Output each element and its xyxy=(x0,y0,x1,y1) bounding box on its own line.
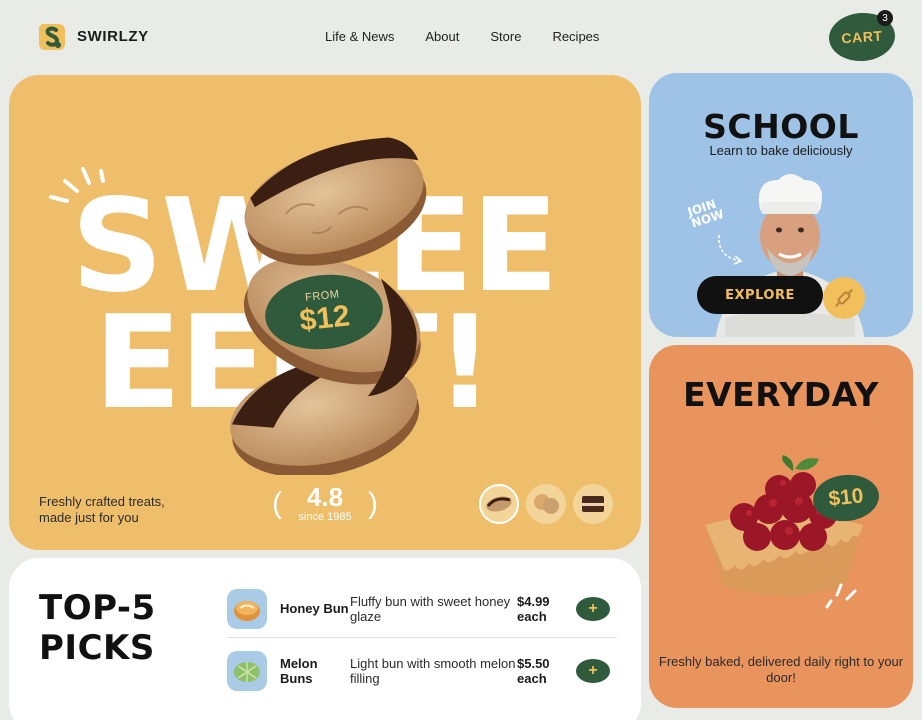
swirl-logo-icon xyxy=(38,21,67,52)
everyday-card[interactable]: EVERYDAY $10 Freshly baked, delivered da… xyxy=(649,345,913,708)
pick-row[interactable]: Melon Buns Light bun with smooth melon f… xyxy=(227,642,617,700)
cart-count-badge: 3 xyxy=(877,10,893,26)
brownie-thumb-icon xyxy=(582,496,604,512)
picks-title-line1: TOP-5 xyxy=(39,588,156,628)
add-to-cart-button[interactable]: + xyxy=(576,659,610,683)
school-subtitle: Learn to bake deliciously xyxy=(709,143,853,158)
pick-name: Honey Bun xyxy=(280,601,349,616)
nav-life-news[interactable]: Life & News xyxy=(325,29,394,44)
cart-label: CART xyxy=(840,27,884,47)
product-thumbnails xyxy=(479,484,613,524)
picks-title: TOP-5 PICKS xyxy=(39,588,156,668)
pick-price: $5.50 each xyxy=(517,656,550,686)
hero-tagline: Freshly crafted treats, made just for yo… xyxy=(39,494,165,525)
pick-desc: Fluffy bun with sweet honey glaze xyxy=(350,593,511,624)
pick-desc: Light bun with smooth melon filling xyxy=(350,656,516,686)
rating-value: 4.8 xyxy=(306,482,344,512)
nav-recipes[interactable]: Recipes xyxy=(552,29,599,44)
main-nav: Life & News About Store Recipes xyxy=(325,29,599,44)
top-picks-card: TOP-5 PICKS Honey Bun Fluffy bun with sw… xyxy=(9,558,641,720)
sparkle-icon-small xyxy=(825,583,857,609)
thumb-biscuit[interactable] xyxy=(526,484,566,524)
thumb-cookie[interactable] xyxy=(479,484,519,524)
rating-since: since 1985 xyxy=(298,511,352,523)
add-to-cart-button[interactable]: + xyxy=(576,596,610,621)
brand-logo[interactable]: SWIRLZY xyxy=(38,21,149,52)
thumb-brownie[interactable] xyxy=(573,484,613,524)
pick-row[interactable]: Honey Bun Fluffy bun with sweet honey gl… xyxy=(227,580,617,638)
picks-title-line2: PICKS xyxy=(39,628,155,668)
hero-price: $12 xyxy=(298,299,352,338)
explore-button[interactable]: EXPLORE xyxy=(697,276,823,314)
pick-price: $4.99 each xyxy=(517,593,550,624)
brand-name: SWIRLZY xyxy=(77,28,149,45)
hero-card: SWEEE EEET! xyxy=(9,75,641,550)
rolling-pin-button[interactable] xyxy=(823,277,865,319)
rating-paren-right: ) xyxy=(368,486,378,520)
rating-block: ( 4.8 since 1985 ) xyxy=(272,484,378,523)
cookie-thumb-icon xyxy=(486,496,512,512)
everyday-title: EVERYDAY xyxy=(683,375,879,414)
nav-about[interactable]: About xyxy=(425,29,459,44)
biscuit-thumb-icon xyxy=(534,494,559,514)
pick-name: Melon Buns xyxy=(280,656,318,686)
melon-bun-image xyxy=(227,651,267,691)
nav-store[interactable]: Store xyxy=(490,29,521,44)
everyday-footer: Freshly baked, delivered daily right to … xyxy=(658,654,904,685)
rating-paren-left: ( xyxy=(272,486,282,520)
honey-bun-image xyxy=(227,588,267,629)
rolling-pin-icon xyxy=(835,289,853,307)
school-card[interactable]: SCHOOL Learn to bake deliciously JOIN NO… xyxy=(649,73,913,337)
school-title: SCHOOL xyxy=(703,107,859,146)
curved-arrow-icon xyxy=(718,234,743,265)
